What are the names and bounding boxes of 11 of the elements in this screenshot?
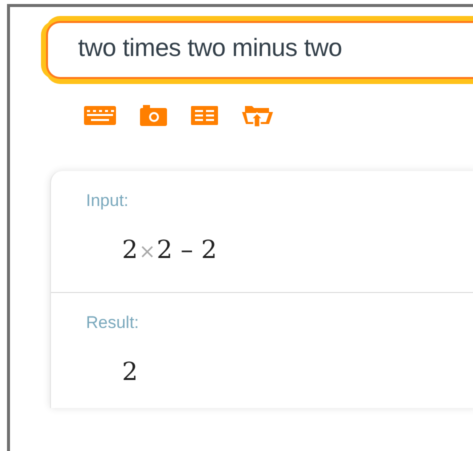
table-button[interactable] bbox=[191, 106, 218, 124]
pod-title: Result: bbox=[86, 313, 140, 333]
camera-button[interactable] bbox=[140, 104, 167, 126]
camera-icon bbox=[140, 104, 167, 126]
keyboard-button[interactable] bbox=[84, 105, 116, 125]
pod-title: Input: bbox=[86, 191, 130, 211]
keyboard-icon bbox=[84, 105, 116, 125]
math-expression: 2 bbox=[122, 357, 139, 386]
table-icon bbox=[191, 106, 218, 124]
search-field[interactable]: two times two minus two bbox=[46, 21, 473, 79]
math-expression: 2×2 – 2 bbox=[122, 235, 218, 264]
